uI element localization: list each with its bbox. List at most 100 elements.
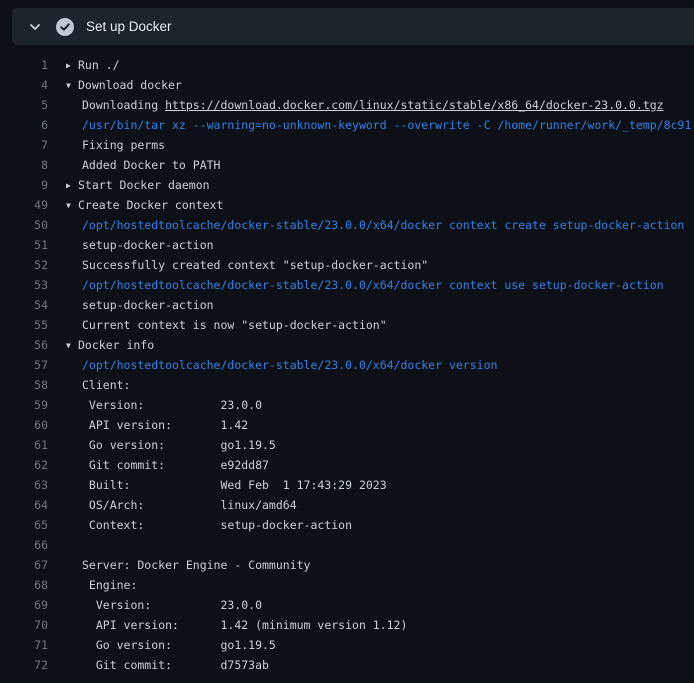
- line-number[interactable]: 57: [0, 355, 48, 375]
- line-number[interactable]: 63: [0, 475, 48, 495]
- group-label: Create Docker context: [78, 198, 223, 212]
- log-text-line: Go version: go1.19.5: [82, 635, 276, 655]
- triangle-down-icon: ▼: [66, 196, 78, 216]
- log-text-line: Successfully created context "setup-dock…: [82, 255, 428, 275]
- log-text: Engine:: [82, 578, 137, 592]
- log-line: 71 Go version: go1.19.5: [0, 635, 694, 655]
- line-number[interactable]: 71: [0, 635, 48, 655]
- command-text: /opt/hostedtoolcache/docker-stable/23.0.…: [82, 218, 684, 232]
- command-text: /opt/hostedtoolcache/docker-stable/23.0.…: [82, 358, 497, 372]
- log-text: API version: 1.42: [82, 418, 248, 432]
- command-text: /opt/hostedtoolcache/docker-stable/23.0.…: [82, 278, 664, 292]
- line-number[interactable]: 72: [0, 655, 48, 675]
- command-line: /opt/hostedtoolcache/docker-stable/23.0.…: [82, 355, 497, 375]
- log-line: 9 ▶Start Docker daemon: [0, 175, 694, 195]
- line-number[interactable]: 61: [0, 435, 48, 455]
- log-text-line: Added Docker to PATH: [82, 155, 220, 175]
- collapse-step-button[interactable]: [22, 14, 48, 40]
- line-number[interactable]: 68: [0, 575, 48, 595]
- log-group-header[interactable]: ▼Docker info: [66, 335, 154, 355]
- log-text-line: Fixing perms: [82, 135, 165, 155]
- log-line: 51setup-docker-action: [0, 235, 694, 255]
- log-line: 8 Added Docker to PATH: [0, 155, 694, 175]
- line-number[interactable]: 52: [0, 255, 48, 275]
- line-number[interactable]: 69: [0, 595, 48, 615]
- log-line: 53/opt/hostedtoolcache/docker-stable/23.…: [0, 275, 694, 295]
- line-number[interactable]: 56: [0, 335, 48, 355]
- log-line: 7 Fixing perms: [0, 135, 694, 155]
- step-header[interactable]: Set up Docker: [12, 8, 694, 45]
- line-number[interactable]: 67: [0, 555, 48, 575]
- log-group-header[interactable]: ▶Start Docker daemon: [66, 175, 210, 195]
- group-label: Docker info: [78, 338, 154, 352]
- line-number[interactable]: 54: [0, 295, 48, 315]
- line-number[interactable]: 64: [0, 495, 48, 515]
- log-link[interactable]: https://download.docker.com/linux/static…: [165, 98, 664, 112]
- log-text-line: Server: Docker Engine - Community: [82, 555, 310, 575]
- line-number[interactable]: 50: [0, 215, 48, 235]
- line-number[interactable]: 51: [0, 235, 48, 255]
- log-text-line: Client:: [82, 375, 130, 395]
- log-line: 67 Server: Docker Engine - Community: [0, 555, 694, 575]
- log-line: 58 Client:: [0, 375, 694, 395]
- log-group-header[interactable]: ▼Download docker: [66, 75, 182, 95]
- line-number[interactable]: 7: [0, 135, 48, 155]
- log-line: 62 Git commit: e92dd87: [0, 455, 694, 475]
- line-number[interactable]: 1: [0, 55, 48, 75]
- log-text-line: Version: 23.0.0: [82, 595, 262, 615]
- check-circle-icon: [56, 18, 74, 36]
- log-text: API version: 1.42 (minimum version 1.12): [82, 618, 407, 632]
- log-group-header[interactable]: ▼Create Docker context: [66, 195, 223, 215]
- line-number[interactable]: 62: [0, 455, 48, 475]
- command-line: /opt/hostedtoolcache/docker-stable/23.0.…: [82, 215, 684, 235]
- log-text-line: Built: Wed Feb 1 17:43:29 2023: [82, 475, 387, 495]
- log-text: Fixing perms: [82, 138, 165, 152]
- log-text: Client:: [82, 378, 130, 392]
- line-number[interactable]: 53: [0, 275, 48, 295]
- log-text: setup-docker-action: [82, 298, 214, 312]
- log-line: 64 OS/Arch: linux/amd64: [0, 495, 694, 515]
- group-label: Run ./: [78, 58, 120, 72]
- line-number[interactable]: 4: [0, 75, 48, 95]
- chevron-down-icon: [28, 20, 42, 34]
- log-text: Current context is now "setup-docker-act…: [82, 318, 387, 332]
- line-number[interactable]: 49: [0, 195, 48, 215]
- line-number[interactable]: 59: [0, 395, 48, 415]
- line-number[interactable]: 66: [0, 535, 48, 555]
- line-number[interactable]: 65: [0, 515, 48, 535]
- line-number[interactable]: 5: [0, 95, 48, 115]
- log-line: 6/usr/bin/tar xz --warning=no-unknown-ke…: [0, 115, 694, 135]
- log-line: 54 setup-docker-action: [0, 295, 694, 315]
- line-number[interactable]: 70: [0, 615, 48, 635]
- log-text: Git commit: d7573ab: [82, 658, 269, 672]
- command-line: /usr/bin/tar xz --warning=no-unknown-key…: [82, 115, 691, 135]
- group-label: Download docker: [78, 78, 182, 92]
- triangle-right-icon: ▶: [66, 176, 78, 196]
- line-number[interactable]: 8: [0, 155, 48, 175]
- log-text: Downloading: [82, 98, 165, 112]
- log-lines: 1▶Run ./4▼Download docker5Downloading ht…: [0, 55, 694, 675]
- triangle-right-icon: ▶: [66, 56, 78, 76]
- log-text-line: Go version: go1.19.5: [82, 435, 276, 455]
- log-line: 69 Version: 23.0.0: [0, 595, 694, 615]
- log-text: Go version: go1.19.5: [82, 638, 276, 652]
- log-group-header[interactable]: ▶Run ./: [66, 55, 120, 75]
- log-text-line: setup-docker-action: [82, 295, 214, 315]
- log-text: Server: Docker Engine - Community: [82, 558, 310, 572]
- log-text: Context: setup-docker-action: [82, 518, 352, 532]
- triangle-down-icon: ▼: [66, 76, 78, 96]
- line-number[interactable]: 6: [0, 115, 48, 135]
- log-text: Version: 23.0.0: [82, 598, 262, 612]
- log-line: 70 API version: 1.42 (minimum version 1.…: [0, 615, 694, 635]
- log-line: 63 Built: Wed Feb 1 17:43:29 2023: [0, 475, 694, 495]
- line-number[interactable]: 60: [0, 415, 48, 435]
- log-line: 55 Current context is now "setup-docker-a…: [0, 315, 694, 335]
- log-line: 52 Successfully created context "setup-do…: [0, 255, 694, 275]
- log-text-line: Current context is now "setup-docker-act…: [82, 315, 387, 335]
- line-number[interactable]: 55: [0, 315, 48, 335]
- log-line: 1 ▶Run ./: [0, 55, 694, 75]
- log-line: 65 Context: setup-docker-action: [0, 515, 694, 535]
- line-number[interactable]: 9: [0, 175, 48, 195]
- line-number[interactable]: 58: [0, 375, 48, 395]
- log-text: Successfully created context "setup-dock…: [82, 258, 428, 272]
